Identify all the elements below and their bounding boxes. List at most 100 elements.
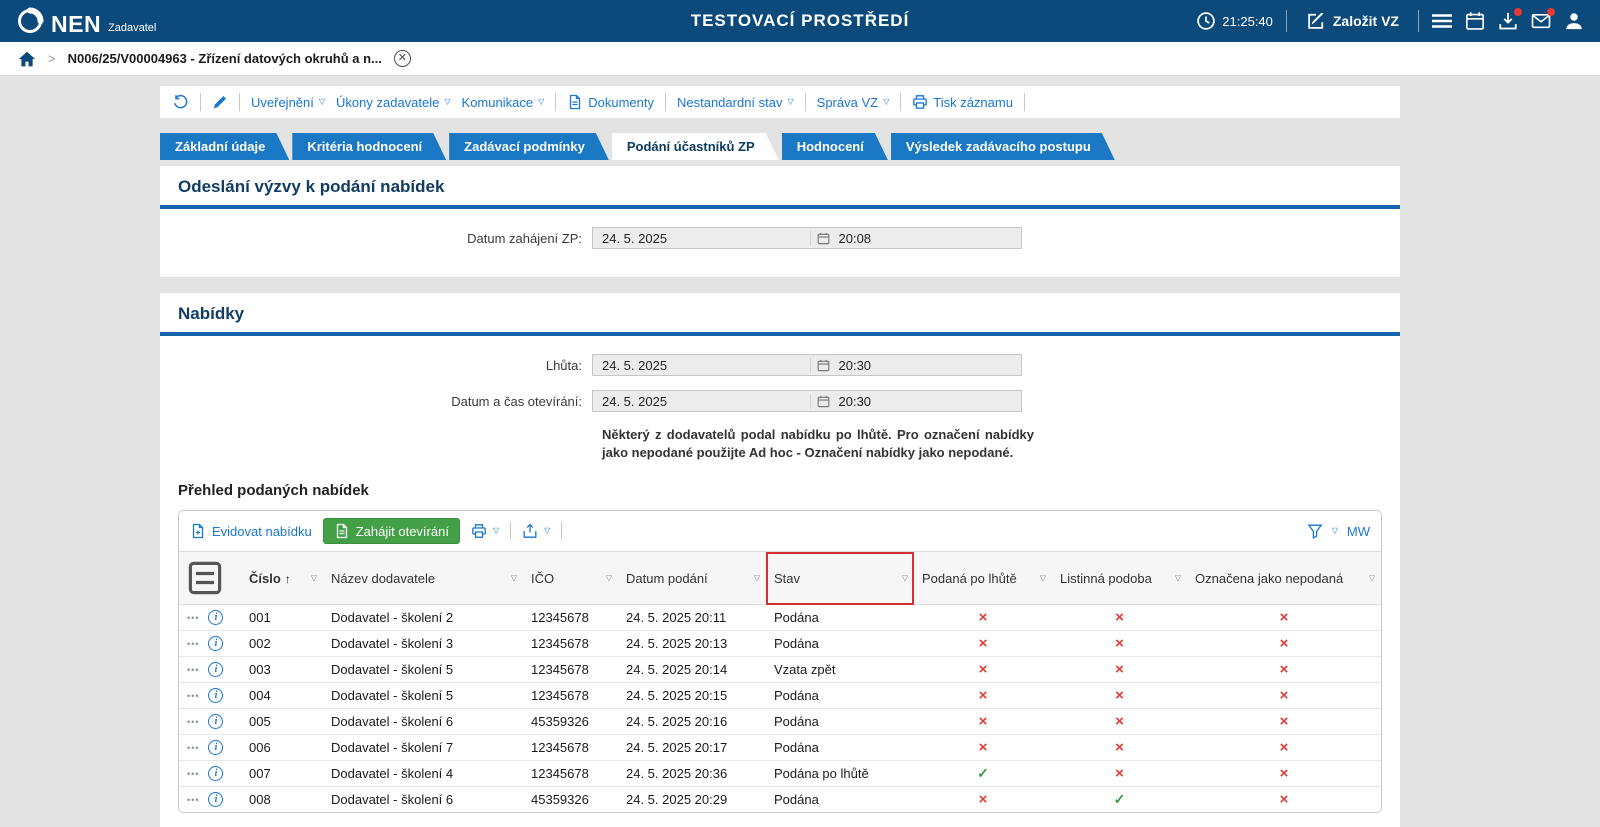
filter-dropdown-icon[interactable]: ▽ (754, 574, 760, 583)
menu-komunikace[interactable]: Komunikace ▽ (462, 95, 545, 110)
filter-dropdown-icon[interactable]: ▽ (311, 574, 317, 583)
field-lhuta: Lhůta: 24. 5. 2025 20:30 (160, 354, 1400, 376)
calendar-icon[interactable] (817, 395, 830, 408)
edit-pencil-icon[interactable] (212, 94, 228, 110)
divider (1418, 10, 1419, 32)
brand[interactable]: NEN Zadavatel (16, 7, 156, 36)
evidovat-nabidku-button[interactable]: Evidovat nabídku (190, 523, 312, 539)
row-actions-cell: ••• i (179, 709, 241, 735)
filter-dropdown-icon[interactable]: ▽ (902, 574, 908, 583)
breadcrumb-item[interactable]: N006/25/V00004963 - Zřízení datových okr… (68, 51, 382, 66)
table-row[interactable]: •••i002Dodavatel - školení 31234567824. … (179, 631, 1381, 657)
col-header-listinna-podoba[interactable]: Listinná podoba ▽ (1052, 552, 1187, 605)
row-menu-icon[interactable]: ••• (187, 717, 199, 727)
table-toolbar: Evidovat nabídku Zahájit otevírání ▽ (179, 511, 1381, 551)
menu-dokumenty[interactable]: Dokumenty (567, 94, 654, 110)
export-button[interactable]: ▽ (522, 523, 550, 539)
column-chooser-header[interactable] (179, 552, 241, 605)
cell-nazev: Dodavatel - školení 3 (323, 631, 523, 657)
col-header-cislo[interactable]: Číslo↑ ▽ (241, 552, 323, 605)
tab-zadavaci-podminky[interactable]: Zadávací podmínky (449, 133, 609, 160)
sort-asc-icon[interactable]: ↑ (285, 572, 291, 586)
time-value[interactable]: 20:08 (839, 231, 872, 246)
tab-podani-ucastniku[interactable]: Podání účastníků ZP (612, 133, 779, 160)
datetime-field[interactable]: 24. 5. 2025 20:08 (592, 227, 1022, 249)
row-info-icon[interactable]: i (208, 714, 223, 729)
table-row[interactable]: •••i005Dodavatel - školení 64535932624. … (179, 709, 1381, 735)
print-table-button[interactable]: ▽ (471, 523, 499, 539)
date-value[interactable]: 24. 5. 2025 (593, 358, 810, 373)
table-row[interactable]: •••i008Dodavatel - školení 64535932624. … (179, 787, 1381, 813)
bids-table-body: •••i001Dodavatel - školení 21234567824. … (179, 605, 1381, 813)
table-row[interactable]: •••i001Dodavatel - školení 21234567824. … (179, 605, 1381, 631)
row-info-icon[interactable]: i (208, 636, 223, 651)
calendar-icon[interactable] (817, 232, 830, 245)
col-header-ico[interactable]: IČO ▽ (523, 552, 618, 605)
col-header-nazev-dodavatele[interactable]: Název dodavatele ▽ (323, 552, 523, 605)
cell-ico: 45359326 (523, 787, 618, 813)
menu-nestandardni-stav[interactable]: Nestandardní stav ▽ (677, 95, 794, 110)
late-bid-warning: Některý z dodavatelů podal nabídku po lh… (602, 426, 1034, 462)
row-info-icon[interactable]: i (208, 792, 223, 807)
cell-cislo: 006 (241, 735, 323, 761)
filter-dropdown-icon[interactable]: ▽ (511, 574, 517, 583)
time-value[interactable]: 20:30 (839, 394, 872, 409)
cell-ico: 12345678 (523, 683, 618, 709)
col-header-oznacena-jako-nepodana[interactable]: Označena jako nepodaná ▽ (1187, 552, 1381, 605)
col-header-stav[interactable]: Stav ▽ (766, 552, 914, 605)
filter-dropdown-icon[interactable]: ▽ (606, 574, 612, 583)
filter-dropdown-icon[interactable]: ▽ (1369, 574, 1375, 583)
row-info-icon[interactable]: i (208, 740, 223, 755)
row-menu-icon[interactable]: ••• (187, 665, 199, 675)
table-row[interactable]: •••i004Dodavatel - školení 51234567824. … (179, 683, 1381, 709)
filter-funnel-icon[interactable] (1307, 523, 1323, 539)
row-menu-icon[interactable]: ••• (187, 769, 199, 779)
table-row[interactable]: •••i006Dodavatel - školení 71234567824. … (179, 735, 1381, 761)
cell-ico: 12345678 (523, 631, 618, 657)
divider (510, 522, 511, 540)
mw-link[interactable]: MW (1347, 524, 1370, 539)
tab-kriteria-hodnoceni[interactable]: Kritéria hodnocení (292, 133, 446, 160)
col-header-datum-podani[interactable]: Datum podání ▽ (618, 552, 766, 605)
row-info-icon[interactable]: i (208, 766, 223, 781)
row-info-icon[interactable]: i (208, 662, 223, 677)
tab-zakladni-udaje[interactable]: Základní údaje (160, 133, 289, 160)
row-info-icon[interactable]: i (208, 688, 223, 703)
tab-hodnoceni[interactable]: Hodnocení (782, 133, 888, 160)
calendar-icon[interactable] (1465, 11, 1485, 31)
row-info-icon[interactable]: i (208, 610, 223, 625)
time-value[interactable]: 20:30 (839, 358, 872, 373)
datetime-field[interactable]: 24. 5. 2025 20:30 (592, 390, 1022, 412)
filter-dropdown-icon[interactable]: ▽ (1040, 574, 1046, 583)
menu-ukony-zadavatele[interactable]: Úkony zadavatele ▽ (336, 95, 451, 110)
user-icon[interactable] (1564, 11, 1584, 31)
table-row[interactable]: •••i003Dodavatel - školení 51234567824. … (179, 657, 1381, 683)
row-menu-icon[interactable]: ••• (187, 743, 199, 753)
row-menu-icon[interactable]: ••• (187, 639, 199, 649)
menu-uverejneni[interactable]: Uveřejnění ▽ (251, 95, 325, 110)
zahajit-otevirani-button[interactable]: Zahájit otevírání (323, 518, 460, 544)
filter-dropdown-icon[interactable]: ▽ (1175, 574, 1181, 583)
menu-tisk-zaznamu[interactable]: Tisk záznamu (912, 94, 1013, 110)
downloads-icon[interactable] (1498, 11, 1518, 31)
datetime-field[interactable]: 24. 5. 2025 20:30 (592, 354, 1022, 376)
column-chooser-icon[interactable] (187, 560, 223, 596)
messages-icon[interactable] (1531, 11, 1551, 31)
chevron-down-icon[interactable]: ▽ (1332, 527, 1338, 535)
home-icon[interactable] (18, 50, 36, 68)
cell-po_lhute: × (914, 787, 1052, 813)
date-value[interactable]: 24. 5. 2025 (593, 394, 810, 409)
history-back-icon[interactable] (173, 94, 189, 110)
col-header-podana-po-lhute[interactable]: Podaná po lhůtě ▽ (914, 552, 1052, 605)
menu-icon[interactable] (1432, 11, 1452, 31)
calendar-icon[interactable] (817, 359, 830, 372)
row-menu-icon[interactable]: ••• (187, 795, 199, 805)
menu-sprava-vz[interactable]: Správa VZ ▽ (817, 95, 890, 110)
table-row[interactable]: •••i007Dodavatel - školení 41234567824. … (179, 761, 1381, 787)
row-menu-icon[interactable]: ••• (187, 691, 199, 701)
create-vz-button[interactable]: Založit VZ (1300, 10, 1405, 32)
row-menu-icon[interactable]: ••• (187, 613, 199, 623)
tab-vysledek[interactable]: Výsledek zadávacího postupu (891, 133, 1115, 160)
close-tab-icon[interactable]: ✕ (394, 50, 411, 67)
date-value[interactable]: 24. 5. 2025 (593, 231, 810, 246)
